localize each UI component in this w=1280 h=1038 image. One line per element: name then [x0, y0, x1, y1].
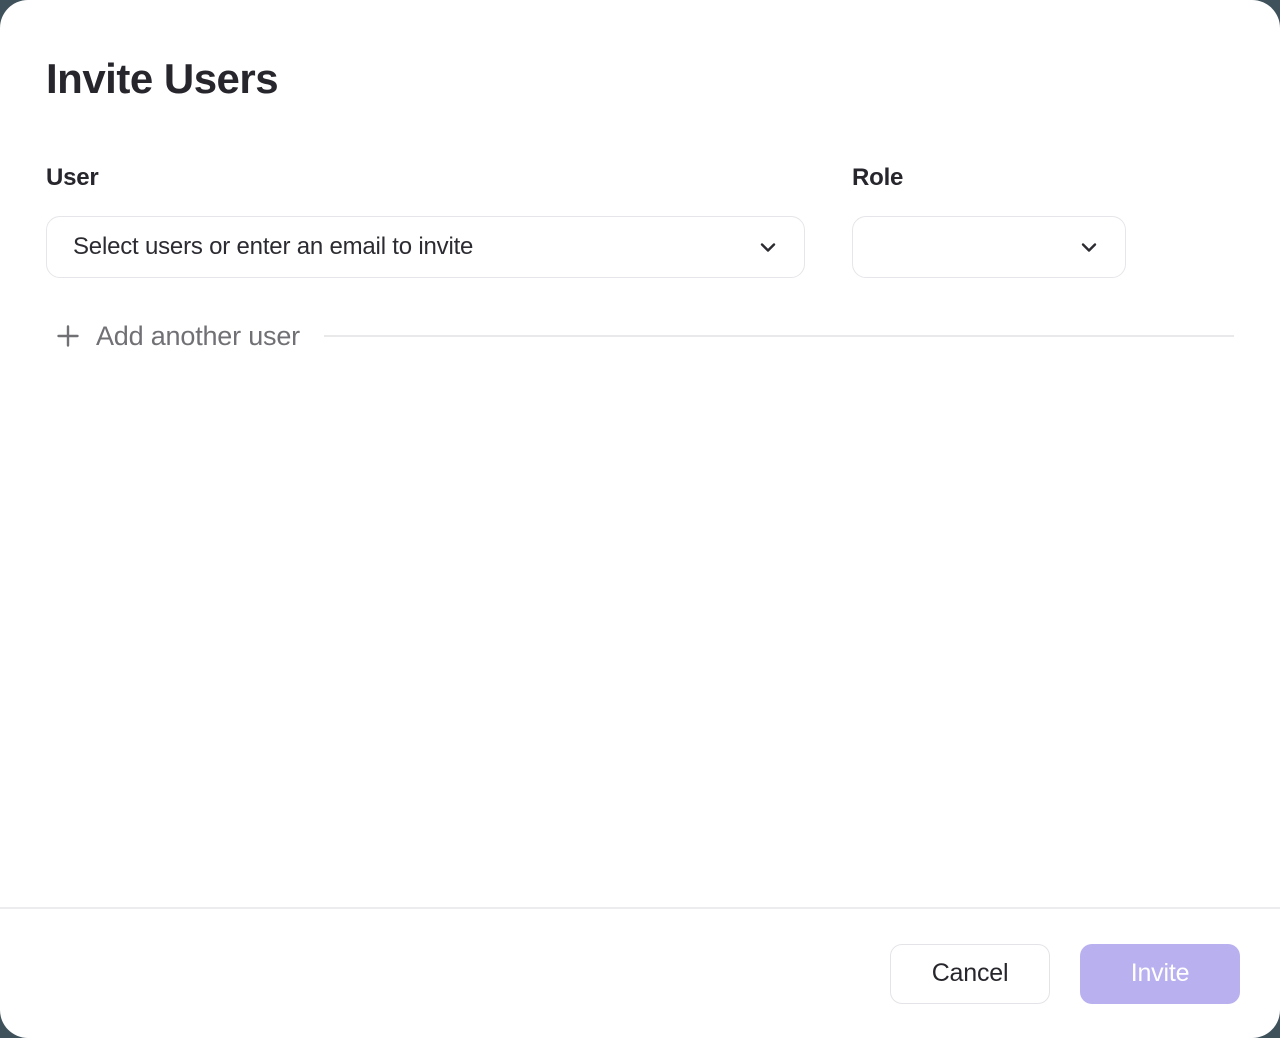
invite-button[interactable]: Invite: [1080, 944, 1240, 1004]
user-select[interactable]: Select users or enter an email to invite: [46, 216, 805, 278]
chevron-down-icon: [1077, 235, 1101, 259]
add-another-user-button[interactable]: Add another user: [46, 322, 300, 350]
invite-users-dialog: Invite Users User Select users or enter …: [0, 0, 1280, 1038]
role-field: Role: [852, 164, 1126, 278]
user-label: User: [46, 164, 805, 192]
plus-icon: [54, 322, 82, 350]
dialog-title: Invite Users: [46, 56, 1234, 102]
user-select-value: Select users or enter an email to invite: [73, 233, 473, 261]
divider-line: [324, 335, 1234, 337]
role-label: Role: [852, 164, 1126, 192]
user-field: User Select users or enter an email to i…: [46, 164, 805, 278]
dialog-body: Invite Users User Select users or enter …: [0, 0, 1280, 907]
role-select[interactable]: [852, 216, 1126, 278]
chevron-down-icon: [756, 235, 780, 259]
dialog-footer: Cancel Invite: [0, 907, 1280, 1038]
add-another-user-row: Add another user: [46, 322, 1234, 350]
add-another-user-label: Add another user: [96, 323, 300, 350]
invite-form-row: User Select users or enter an email to i…: [46, 164, 1234, 278]
cancel-button[interactable]: Cancel: [890, 944, 1050, 1004]
